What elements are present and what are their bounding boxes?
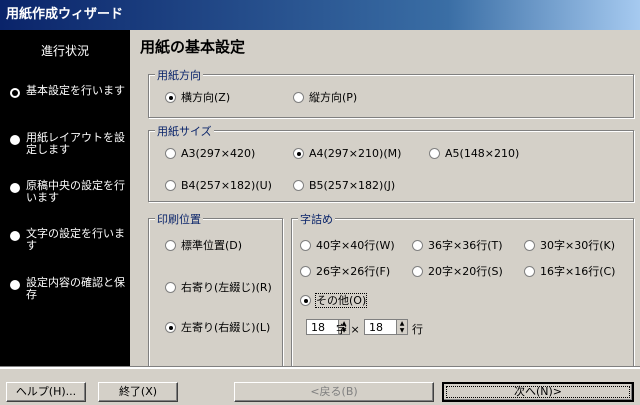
title-bar: 用紙作成ウィザード <box>0 0 640 30</box>
lines-per-page-spinner[interactable]: 18 ▲ ▼ <box>364 319 408 335</box>
orientation-group: 用紙方向 横方向(Z) 縦方向(P) <box>148 67 634 118</box>
radio-dot[interactable] <box>300 295 311 306</box>
chars-unit-label: 字 × <box>336 323 360 336</box>
radio-dot[interactable] <box>293 180 304 191</box>
help-button[interactable]: ヘルプ(H)... <box>6 382 86 402</box>
page-title: 用紙の基本設定 <box>140 38 246 56</box>
print-position-group: 印刷位置 標準位置(D) 右寄り(左綴じ)(R) 左寄り(右綴じ)(L) <box>148 211 283 378</box>
radio-label: B5(257×182)(J) <box>309 179 396 192</box>
radio-label: その他(O) <box>314 293 368 308</box>
group-legend: 字詰め <box>298 211 335 227</box>
radio-dot[interactable] <box>165 282 176 293</box>
step-label: 原稿中央の設定を行います <box>26 179 125 204</box>
radio-label: 16字×16行(C) <box>540 265 616 278</box>
radio-label: A3(297×420) <box>181 147 256 160</box>
focus-ring <box>446 386 630 398</box>
radio-dot[interactable] <box>293 92 304 103</box>
radio-label: A4(297×210)(M) <box>309 147 402 160</box>
step-label: 基本設定を行います <box>26 84 125 97</box>
radio-label: B4(257×182)(U) <box>181 179 272 192</box>
radio-dot[interactable] <box>524 266 535 277</box>
radio-label: 26字×26行(F) <box>316 265 391 278</box>
group-legend: 用紙方向 <box>155 67 203 83</box>
char-layout-group: 字詰め 40字×40行(W) 36字×36行(T) 30字×30行(K) 26字… <box>291 211 634 378</box>
radio-dot[interactable] <box>165 322 176 333</box>
wizard-window: 用紙作成ウィザード 進行状況 基本設定を行います 用紙レイアウトを設定します 原… <box>0 0 640 405</box>
main-panel: 用紙の基本設定 用紙方向 横方向(Z) 縦方向(P) 用紙サイズ A3(297×… <box>130 30 640 378</box>
radio-label: 40字×40行(W) <box>316 239 395 252</box>
radio-dot[interactable] <box>412 240 423 251</box>
group-legend: 用紙サイズ <box>155 123 214 139</box>
radio-dot[interactable] <box>524 240 535 251</box>
step-label: 設定内容の確認と保存 <box>26 276 125 301</box>
radio-label: 標準位置(D) <box>181 239 243 252</box>
radio-dot[interactable] <box>293 148 304 159</box>
radio-label: 左寄り(右綴じ)(L) <box>181 321 271 334</box>
radio-dot[interactable] <box>165 180 176 191</box>
lines-value[interactable]: 18 <box>369 321 383 334</box>
progress-sidebar: 進行状況 基本設定を行います 用紙レイアウトを設定します 原稿中央の設定を行いま… <box>0 30 130 368</box>
radio-dot[interactable] <box>429 148 440 159</box>
radio-dot[interactable] <box>165 240 176 251</box>
spin-up-icon[interactable]: ▲ <box>396 320 407 327</box>
step-indicator-icon <box>10 135 20 145</box>
paper-size-group: 用紙サイズ A3(297×420) A4(297×210)(M) A5(148×… <box>148 123 634 202</box>
step-label: 用紙レイアウトを設定します <box>26 131 125 156</box>
sidebar-title: 進行状況 <box>40 44 89 58</box>
window-title: 用紙作成ウィザード <box>6 7 124 22</box>
radio-label: 20字×20行(S) <box>428 265 503 278</box>
radio-dot[interactable] <box>300 240 311 251</box>
next-button[interactable]: 次へ(N)> <box>442 382 634 402</box>
step-indicator-icon <box>10 88 20 98</box>
finish-button[interactable]: 終了(X) <box>98 382 178 402</box>
radio-dot[interactable] <box>165 148 176 159</box>
group-legend: 印刷位置 <box>155 211 203 227</box>
lines-unit-label: 行 <box>412 323 423 336</box>
radio-label: A5(148×210) <box>445 147 520 160</box>
spin-down-icon[interactable]: ▼ <box>396 327 407 334</box>
radio-label: 縦方向(P) <box>309 91 358 104</box>
radio-label: 右寄り(左綴じ)(R) <box>181 281 272 294</box>
chars-value[interactable]: 18 <box>311 321 325 334</box>
step-indicator-icon <box>10 183 20 193</box>
radio-dot[interactable] <box>412 266 423 277</box>
back-button[interactable]: <戻る(B) <box>234 382 434 402</box>
radio-label: 横方向(Z) <box>181 91 231 104</box>
radio-label: 30字×30行(K) <box>540 239 616 252</box>
radio-label: 36字×36行(T) <box>428 239 503 252</box>
step-indicator-icon <box>10 280 20 290</box>
radio-dot[interactable] <box>165 92 176 103</box>
button-bar: ヘルプ(H)... 終了(X) <戻る(B) 次へ(N)> <box>0 368 640 405</box>
radio-dot[interactable] <box>300 266 311 277</box>
step-indicator-icon <box>10 231 20 241</box>
step-label: 文字の設定を行います <box>26 227 125 252</box>
